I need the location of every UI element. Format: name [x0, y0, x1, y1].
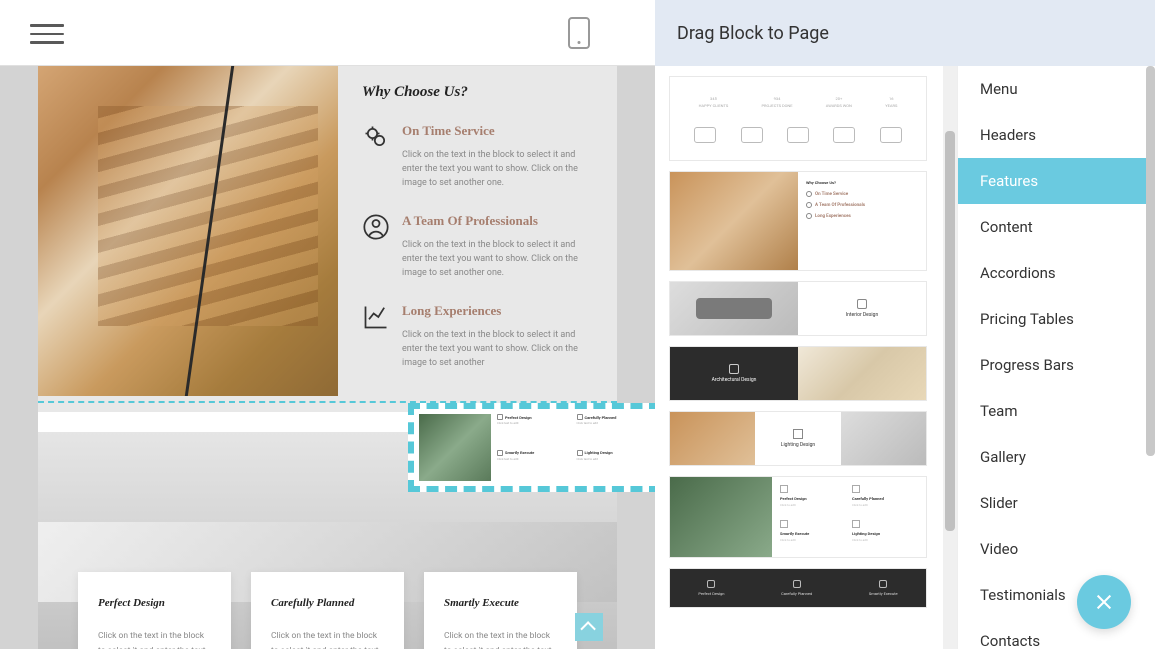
thumb-label: Lighting Design	[755, 412, 840, 465]
card-desc[interactable]: Click on the text in the block to select…	[271, 629, 384, 649]
close-panel-button[interactable]	[1077, 575, 1131, 629]
stat: 345HAPPY CLIENTS	[699, 94, 729, 108]
feature-item[interactable]: Long Experiences Click on the text in th…	[362, 303, 587, 371]
card-desc[interactable]: Click on the text in the block to select…	[444, 629, 557, 649]
feature-title[interactable]: On Time Service	[402, 123, 587, 139]
category-content[interactable]: Content	[958, 204, 1155, 250]
mobile-preview-icon[interactable]	[568, 17, 590, 49]
stat: 20+AWARDS WON	[826, 94, 852, 108]
category-accordions[interactable]: Accordions	[958, 250, 1155, 296]
thumb-split-block[interactable]: Lighting Design	[669, 411, 927, 466]
category-headers[interactable]: Headers	[958, 112, 1155, 158]
thumb-label: Interior Design	[798, 282, 926, 335]
feature-image[interactable]	[38, 66, 338, 396]
person-icon	[362, 213, 390, 241]
top-bar: Drag Block to Page	[0, 0, 1155, 66]
thumb-grid-block[interactable]: Perfect DesignClick to edit Carefully Pl…	[669, 476, 927, 558]
thumb-image	[841, 412, 926, 465]
category-gallery[interactable]: Gallery	[958, 434, 1155, 480]
drop-indicator	[38, 401, 617, 403]
thumb-text: Why Choose Us? On Time Service A Team Of…	[798, 172, 926, 270]
feature-desc[interactable]: Click on the text in the block to select…	[402, 329, 587, 371]
page-canvas: Why Choose Us? On Time Service Click on …	[0, 66, 655, 649]
hamburger-menu-icon[interactable]	[30, 18, 64, 48]
scrollbar-thumb[interactable]	[945, 131, 955, 531]
feature-desc[interactable]: Click on the text in the block to select…	[402, 239, 587, 281]
feature-body: A Team Of Professionals Click on the tex…	[402, 213, 587, 281]
feature-item[interactable]: On Time Service Click on the text in the…	[362, 123, 587, 191]
block-thumbnails[interactable]: 345HAPPY CLIENTS 934PROJECTS DONE 20+AWA…	[655, 66, 957, 649]
topbar-left	[0, 0, 655, 66]
thumb-split-dark-block[interactable]: Architectural Design	[669, 346, 927, 401]
category-list: Menu Headers Features Content Accordions…	[957, 66, 1155, 649]
stat: 16YEARS	[885, 94, 897, 108]
category-progress-bars[interactable]: Progress Bars	[958, 342, 1155, 388]
thumb-dark-row-block[interactable]: Perfect Design Carefully Planned Smartly…	[669, 568, 927, 608]
feature-body: On Time Service Click on the text in the…	[402, 123, 587, 191]
cards-section[interactable]: Perfect Design Click on the text in the …	[38, 432, 617, 649]
feature-text-column: Why Choose Us? On Time Service Click on …	[338, 66, 617, 412]
thumb-image	[670, 172, 798, 270]
category-features[interactable]: Features	[958, 158, 1155, 204]
feature-title[interactable]: Long Experiences	[402, 303, 587, 319]
card[interactable]: Perfect Design Click on the text in the …	[78, 572, 231, 649]
thumb-image	[670, 412, 755, 465]
thumb-image	[798, 347, 926, 400]
feature-title[interactable]: A Team Of Professionals	[402, 213, 587, 229]
chart-icon	[362, 303, 390, 331]
thumb-grid: Perfect DesignClick to edit Carefully Pl…	[772, 477, 926, 557]
thumb-split-block[interactable]: Interior Design	[669, 281, 927, 336]
thumbnails-scrollbar[interactable]	[943, 66, 957, 649]
card[interactable]: Carefully Planned Click on the text in t…	[251, 572, 404, 649]
category-contacts[interactable]: Contacts	[958, 618, 1155, 649]
thumb-image	[670, 282, 798, 335]
thumb-image	[670, 477, 772, 557]
section-heading[interactable]: Why Choose Us?	[362, 84, 587, 101]
feature-hero-block[interactable]: Why Choose Us? On Time Service Click on …	[38, 66, 617, 412]
card-desc[interactable]: Click on the text in the block to select…	[98, 629, 211, 649]
scroll-to-top-button[interactable]	[575, 613, 603, 641]
category-slider[interactable]: Slider	[958, 480, 1155, 526]
category-team[interactable]: Team	[958, 388, 1155, 434]
main-area: Why Choose Us? On Time Service Click on …	[0, 66, 1155, 649]
category-menu[interactable]: Menu	[958, 66, 1155, 112]
feature-desc[interactable]: Click on the text in the block to select…	[402, 149, 587, 191]
blocks-panel: 345HAPPY CLIENTS 934PROJECTS DONE 20+AWA…	[655, 66, 1155, 649]
card[interactable]: Smartly Execute Click on the text in the…	[424, 572, 577, 649]
feature-body: Long Experiences Click on the text in th…	[402, 303, 587, 371]
category-pricing-tables[interactable]: Pricing Tables	[958, 296, 1155, 342]
canvas-inner[interactable]: Why Choose Us? On Time Service Click on …	[38, 66, 617, 649]
card-title[interactable]: Smartly Execute	[444, 597, 557, 609]
panel-title: Drag Block to Page	[655, 0, 1155, 66]
card-title[interactable]: Carefully Planned	[271, 597, 384, 609]
thumb-label: Architectural Design	[670, 347, 798, 400]
gear-icon	[362, 123, 390, 151]
cards-row: Perfect Design Click on the text in the …	[78, 572, 577, 649]
thumb-feature-block[interactable]: Why Choose Us? On Time Service A Team Of…	[669, 171, 927, 271]
categories-scrollbar[interactable]	[1146, 66, 1155, 456]
stat: 934PROJECTS DONE	[761, 94, 792, 108]
category-video[interactable]: Video	[958, 526, 1155, 572]
feature-item[interactable]: A Team Of Professionals Click on the tex…	[362, 213, 587, 281]
card-title[interactable]: Perfect Design	[98, 597, 211, 609]
thumb-stats-block[interactable]: 345HAPPY CLIENTS 934PROJECTS DONE 20+AWA…	[669, 76, 927, 161]
